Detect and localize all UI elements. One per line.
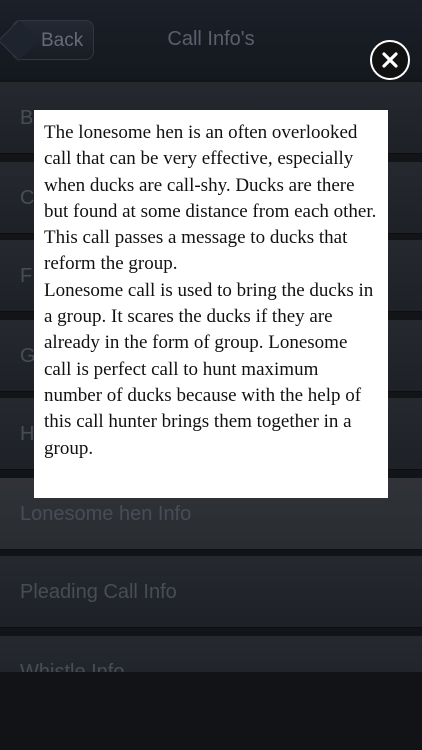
info-paragraph: The lonesome hen is an often overlooked … [44, 122, 377, 275]
info-paragraph: Lonesome call is used to bring the ducks… [44, 279, 374, 459]
close-icon [382, 52, 398, 68]
call-info-screen: Back Call Info's B C F G H Lonesome hen … [0, 0, 422, 750]
info-popup: The lonesome hen is an often overlooked … [34, 110, 388, 498]
close-button[interactable] [370, 40, 410, 80]
